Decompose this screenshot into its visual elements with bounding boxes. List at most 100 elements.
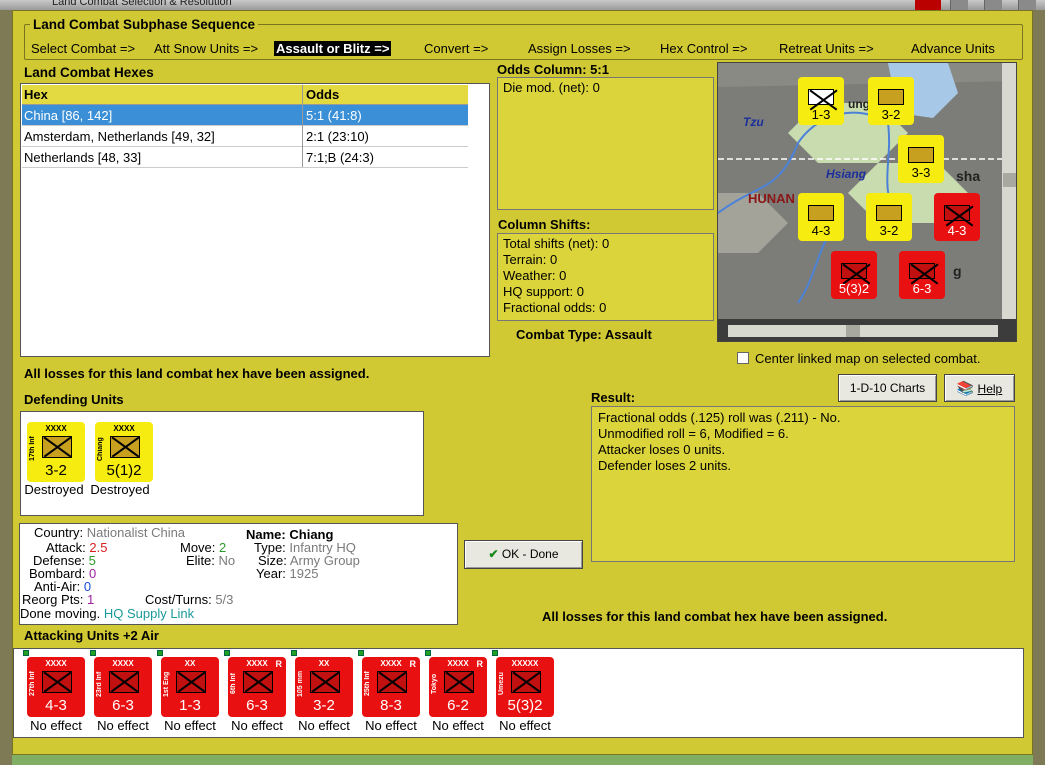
help-button[interactable]: 📚 Help [944, 374, 1015, 402]
map-counter[interactable]: 1-3 [798, 77, 844, 125]
attacking-title: Attacking Units +2 Air [24, 628, 159, 643]
seq-assign-losses: Assign Losses => [528, 41, 631, 56]
minimize-button[interactable] [950, 0, 968, 10]
charts-button[interactable]: 1-D-10 Charts [838, 374, 937, 402]
hex-cell: Netherlands [48, 33] [24, 150, 142, 165]
odds-cell: 2:1 (23:10) [306, 129, 369, 144]
cost-value: 5/3 [215, 592, 234, 607]
result-line: Unmodified roll = 6, Modified = 6. [598, 426, 789, 441]
ok-done-button[interactable]: ✔ OK - Done [464, 540, 583, 569]
unit-name: 27th Inf [29, 671, 36, 697]
odds-column-title: Odds Column: 5:1 [497, 62, 609, 77]
maximize-button[interactable] [984, 0, 1002, 10]
year-label: Year: [256, 566, 286, 581]
result-title: Result: [591, 390, 636, 405]
defending-unit-counter[interactable]: XXXX Chiang 5(1)2 [95, 422, 153, 482]
unit-name: 105 mm [297, 670, 304, 698]
attacking-unit-status: No effect [164, 718, 216, 733]
attacking-unit-counter[interactable]: XXXXX Umezu 5(3)2 [496, 657, 554, 717]
window-frame-right [1033, 10, 1045, 765]
hexes-table-header: Hex Odds [22, 85, 468, 105]
table-row[interactable]: Netherlands [48, 33] 7:1;B (24:3) [22, 147, 468, 168]
attacking-unit-counter[interactable]: XX 1st Eng 1-3 [161, 657, 219, 717]
attacking-unit-counter[interactable]: XXXX 25th Inf R 8-3 [362, 657, 420, 717]
result-box: Fractional odds (.125) roll was (.211) -… [591, 406, 1015, 562]
attacking-unit-status: No effect [365, 718, 417, 733]
attacking-unit-status: No effect [97, 718, 149, 733]
unit-size: XXXX [45, 424, 67, 433]
map-counter[interactable]: 5(3)2 [831, 251, 877, 299]
infantry-icon [310, 671, 340, 693]
hex-cell: China [86, 142] [24, 108, 113, 123]
sequence-title: Land Combat Subphase Sequence [30, 17, 259, 32]
window-bottom-strip [12, 755, 1033, 765]
map-counter[interactable]: 6-3 [899, 251, 945, 299]
defending-unit-counter[interactable]: XXXX 17th Inf 3-2 [27, 422, 85, 482]
supply-pip-icon [90, 650, 96, 656]
year-value: 1925 [289, 566, 319, 581]
window-title: Land Combat Selection & Resolution [52, 0, 232, 8]
attacking-unit-status: No effect [298, 718, 350, 733]
defending-unit-status: Destroyed [90, 482, 150, 497]
defending-title: Defending Units [24, 392, 124, 407]
seq-hex-control: Hex Control => [660, 41, 748, 56]
unit-name: 23rd Inf [96, 671, 103, 697]
losses-message-bottom: All losses for this land combat hex have… [542, 609, 888, 624]
map-counter[interactable]: 3-2 [868, 77, 914, 125]
unit-name: 25th Inf [364, 671, 371, 697]
seq-advance: Advance Units [911, 41, 995, 56]
odds-cell: 7:1;B (24:3) [306, 150, 374, 165]
hex-cell: Amsterdam, Netherlands [49, 32] [24, 129, 215, 144]
unit-values: 5(1)2 [106, 462, 142, 479]
close-button[interactable] [1018, 0, 1036, 10]
table-row[interactable]: China [86, 142] 5:1 (41:8) [22, 105, 468, 126]
attacking-unit-counter[interactable]: XXXX 6th Inf R 6-3 [228, 657, 286, 717]
attacking-unit-status: No effect [499, 718, 551, 733]
supply-pip-icon [224, 650, 230, 656]
linked-map[interactable]: Tzu Hsiang HUNAN sha g ung 1-3 3-2 3-3 4… [717, 62, 1017, 342]
odds-column-box: Die mod. (net): 0 [497, 77, 714, 210]
infantry-icon [42, 671, 72, 693]
table-row[interactable]: Amsterdam, Netherlands [49, 32] 2:1 (23:… [22, 126, 468, 147]
attacking-unit-counter[interactable]: XXXX 27th Inf 4-3 [27, 657, 85, 717]
help-book-icon: 📚 [956, 380, 975, 396]
checkmark-icon: ✔ [488, 547, 499, 561]
infantry-icon [377, 671, 407, 693]
attacking-unit-counter[interactable]: XXXX 23rd Inf 6-3 [94, 657, 152, 717]
map-counter[interactable]: 3-3 [898, 135, 944, 183]
attacking-unit-counter[interactable]: XX 105 mm 3-2 [295, 657, 353, 717]
unit-values: 3-2 [313, 697, 335, 714]
attacking-unit-counter[interactable]: XXXX Tokyo R 6-2 [429, 657, 487, 717]
weather-shift: Weather: 0 [503, 268, 567, 283]
unit-size: XXXX [112, 659, 134, 668]
flag-icon [915, 0, 941, 10]
unit-name: Tokyo [431, 673, 438, 695]
column-shifts-box: Total shifts (net): 0 Terrain: 0 Weather… [497, 233, 714, 321]
unit-values: 4-3 [45, 697, 67, 714]
hex-column-header[interactable]: Hex [24, 87, 48, 102]
supply-link[interactable]: HQ Supply Link [104, 606, 194, 621]
supply-pip-icon [492, 650, 498, 656]
hq-support-shift: HQ support: 0 [503, 284, 584, 299]
odds-column-header[interactable]: Odds [306, 87, 339, 102]
unit-reserve-flag: R [409, 659, 417, 669]
unit-reserve-flag: R [275, 659, 283, 669]
column-divider [302, 85, 303, 167]
elite-label: Elite: [186, 553, 215, 568]
unit-values: 5(3)2 [507, 697, 543, 714]
combat-type: Combat Type: Assault [516, 327, 652, 342]
reorg-label: Reorg Pts: [22, 592, 84, 607]
attacking-unit-status: No effect [30, 718, 82, 733]
map-counter[interactable]: 4-3 [798, 193, 844, 241]
map-counter[interactable]: 3-2 [866, 193, 912, 241]
center-map-checkbox[interactable] [737, 352, 749, 364]
map-counter[interactable]: 4-3 [934, 193, 980, 241]
map-label-ung: ung [848, 97, 870, 111]
result-line: Defender loses 2 units. [598, 458, 731, 473]
map-label-g: g [953, 263, 962, 279]
unit-values: 6-2 [447, 697, 469, 714]
supply-pip-icon [358, 650, 364, 656]
unit-reserve-flag: R [476, 659, 484, 669]
map-label-hunan: HUNAN [748, 191, 795, 206]
odds-cell: 5:1 (41:8) [306, 108, 362, 123]
